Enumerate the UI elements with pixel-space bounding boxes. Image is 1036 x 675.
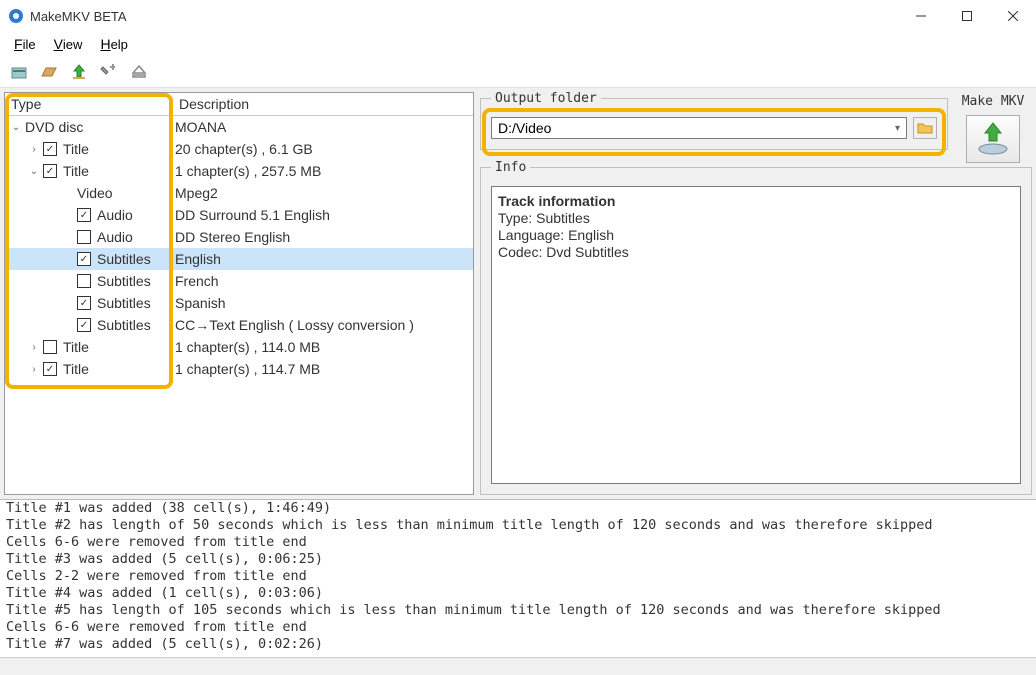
tree-row[interactable]: Subtitles French <box>5 270 473 292</box>
browse-folder-button[interactable] <box>913 117 937 139</box>
log-panel[interactable]: Title #1 was added (38 cell(s), 1:46:49)… <box>0 499 1036 657</box>
tree-item-desc: DD Stereo English <box>173 229 473 245</box>
content-tree[interactable]: ⌄DVD discMOANA›✓Title20 chapter(s) , 6.1… <box>5 116 473 494</box>
open-disc-button[interactable] <box>38 61 60 83</box>
tree-header: Type Description <box>5 93 473 116</box>
maximize-button[interactable] <box>944 0 990 32</box>
menu-file[interactable]: File <box>6 34 44 54</box>
tree-item-desc: MOANA <box>173 119 473 135</box>
tree-row[interactable]: › Title 1 chapter(s) , 114.0 MB <box>5 336 473 358</box>
tree-item-type: Subtitles <box>97 317 151 333</box>
checkbox[interactable]: ✓ <box>43 362 57 376</box>
checkbox[interactable]: ✓ <box>77 318 91 332</box>
tree-item-desc: 1 chapter(s) , 114.0 MB <box>173 339 473 355</box>
tree-item-desc: 1 chapter(s) , 257.5 MB <box>173 163 473 179</box>
info-group-label: Info <box>491 160 530 175</box>
content-tree-panel: Type Description ⌄DVD discMOANA›✓Title20… <box>4 92 474 495</box>
tree-row[interactable]: ›✓ Title 1 chapter(s) , 114.7 MB <box>5 358 473 380</box>
tree-item-type: Title <box>63 339 89 355</box>
checkbox[interactable]: ✓ <box>77 296 91 310</box>
output-folder-label: Output folder <box>491 91 601 106</box>
info-group: Info Track information Type: Subtitles L… <box>480 167 1032 495</box>
tree-item-desc: Spanish <box>173 295 473 311</box>
status-bar <box>0 657 1036 675</box>
make-mkv-label: Make MKV <box>954 94 1032 109</box>
toolbar <box>0 56 1036 88</box>
collapse-icon[interactable]: ⌄ <box>27 164 41 178</box>
expand-icon[interactable]: › <box>27 340 41 354</box>
tree-item-desc: Mpeg2 <box>173 185 473 201</box>
tree-item-desc: French <box>173 273 473 289</box>
make-mkv-button[interactable] <box>966 115 1020 163</box>
tree-item-desc: 20 chapter(s) , 6.1 GB <box>173 141 473 157</box>
minimize-button[interactable] <box>898 0 944 32</box>
tree-row[interactable]: ✓ Subtitles English <box>5 248 473 270</box>
tree-item-type: Audio <box>97 207 133 223</box>
tree-item-desc: English <box>173 251 473 267</box>
checkbox[interactable] <box>77 230 91 244</box>
info-text: Track information Type: Subtitles Langua… <box>491 186 1021 484</box>
column-description[interactable]: Description <box>179 96 467 112</box>
tree-item-type: Audio <box>97 229 133 245</box>
close-button[interactable] <box>990 0 1036 32</box>
menu-view[interactable]: View <box>46 34 91 54</box>
tree-item-type: DVD disc <box>25 119 83 135</box>
output-folder-select[interactable]: D:/Video ▾ <box>491 117 907 139</box>
tree-row[interactable]: Audio DD Stereo English <box>5 226 473 248</box>
tree-item-desc: 1 chapter(s) , 114.7 MB <box>173 361 473 377</box>
tree-row[interactable]: ✓ Subtitles CC→Text English ( Lossy conver… <box>5 314 473 336</box>
settings-button[interactable] <box>98 61 120 83</box>
menu-bar: File View Help <box>0 32 1036 56</box>
tree-item-type: Video <box>77 185 113 201</box>
tree-row[interactable]: ⌄DVD disc MOANA <box>5 116 473 138</box>
tree-row[interactable]: ✓ Audio DD Surround 5.1 English <box>5 204 473 226</box>
checkbox[interactable] <box>43 340 57 354</box>
tree-row[interactable]: ⌄✓ Title 1 chapter(s) , 257.5 MB <box>5 160 473 182</box>
window-title: MakeMKV BETA <box>30 9 898 24</box>
expand-icon[interactable]: › <box>27 362 41 376</box>
tree-row[interactable]: Video Mpeg2 <box>5 182 473 204</box>
column-type[interactable]: Type <box>11 96 179 112</box>
tree-item-desc: DD Surround 5.1 English <box>173 207 473 223</box>
chevron-down-icon: ▾ <box>895 123 900 134</box>
tree-row[interactable]: ✓ Subtitles Spanish <box>5 292 473 314</box>
menu-help[interactable]: Help <box>92 34 135 54</box>
tree-item-type: Title <box>63 163 89 179</box>
output-folder-group: Output folder D:/Video ▾ <box>480 98 948 150</box>
save-disc-icon <box>975 121 1011 157</box>
tree-item-desc: CC→Text English ( Lossy conversion ) <box>173 317 473 333</box>
checkbox[interactable]: ✓ <box>43 142 57 156</box>
expand-icon[interactable]: › <box>27 142 41 156</box>
eject-button[interactable] <box>128 61 150 83</box>
tree-item-type: Title <box>63 141 89 157</box>
checkbox[interactable] <box>77 274 91 288</box>
tree-row[interactable]: ›✓ Title 20 chapter(s) , 6.1 GB <box>5 138 473 160</box>
title-bar: MakeMKV BETA <box>0 0 1036 32</box>
tree-item-type: Subtitles <box>97 251 151 267</box>
tree-item-type: Title <box>63 361 89 377</box>
app-icon <box>8 8 24 24</box>
folder-icon <box>917 121 933 135</box>
tree-item-type: Subtitles <box>97 273 151 289</box>
checkbox[interactable]: ✓ <box>77 208 91 222</box>
open-file-button[interactable] <box>8 61 30 83</box>
output-folder-value: D:/Video <box>498 120 551 136</box>
collapse-icon[interactable]: ⌄ <box>9 120 23 134</box>
save-button[interactable] <box>68 61 90 83</box>
checkbox[interactable]: ✓ <box>77 252 91 266</box>
checkbox[interactable]: ✓ <box>43 164 57 178</box>
tree-item-type: Subtitles <box>97 295 151 311</box>
